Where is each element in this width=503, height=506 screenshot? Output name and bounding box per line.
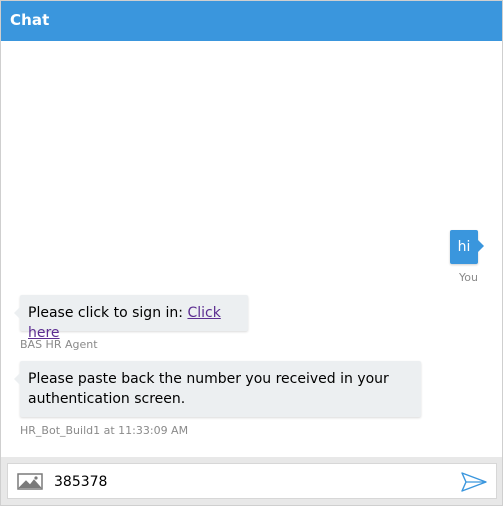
user-message-bubble: hi bbox=[450, 230, 484, 264]
send-icon[interactable] bbox=[458, 470, 490, 494]
chat-header: Chat bbox=[1, 1, 502, 41]
user-message-text: hi bbox=[457, 239, 471, 255]
signin-text: Please click to sign in: bbox=[28, 305, 188, 321]
composer-box bbox=[7, 463, 497, 499]
message-history[interactable]: hi You Please click to sign in: Click he… bbox=[1, 41, 502, 457]
chat-window: Chat hi You Please click to sign in: Cli… bbox=[0, 0, 503, 506]
message-input[interactable] bbox=[54, 470, 444, 494]
user-message-sender: You bbox=[459, 271, 478, 284]
bot-message-sender: BAS HR Agent bbox=[20, 338, 98, 351]
message-composer bbox=[1, 457, 502, 505]
image-icon[interactable] bbox=[16, 471, 46, 493]
chat-title: Chat bbox=[10, 11, 50, 29]
bot-message-timestamp: HR_Bot_Build1 at 11:33:09 AM bbox=[20, 424, 189, 437]
paste-number-text: Please paste back the number you receive… bbox=[28, 371, 389, 407]
bot-message-paste-number: Please paste back the number you receive… bbox=[14, 361, 421, 417]
bot-message-signin: Please click to sign in: Click here bbox=[14, 295, 248, 341]
